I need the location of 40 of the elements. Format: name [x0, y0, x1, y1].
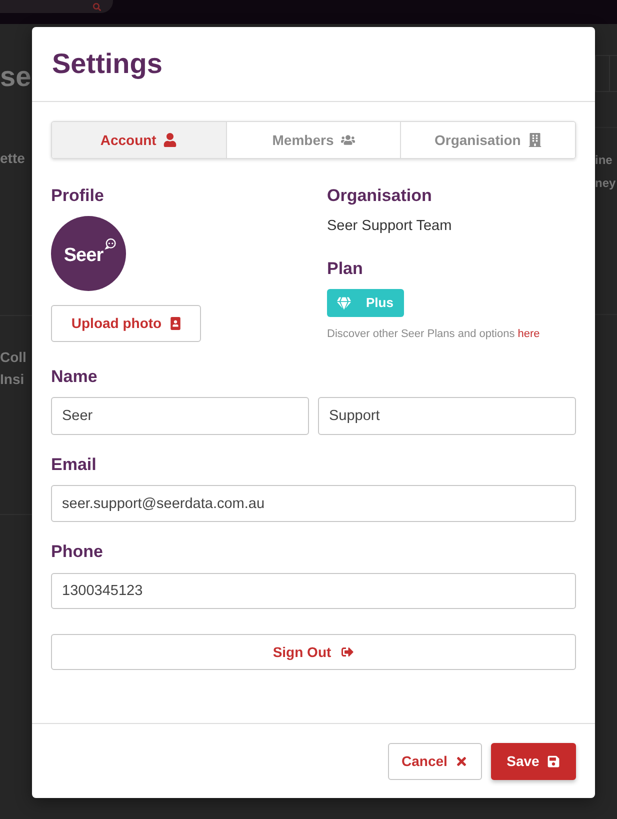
- diamond-icon: [337, 296, 351, 310]
- dialog-title: Settings: [52, 47, 162, 81]
- section-heading: Organisation: [327, 185, 432, 207]
- speech-bubble-icon: [104, 238, 116, 250]
- plan-note: Discover other Seer Plans and options here: [327, 327, 540, 342]
- save-button[interactable]: Save: [491, 742, 576, 780]
- card-text: ney: [595, 175, 617, 192]
- field-label: Email: [51, 454, 98, 476]
- input-field[interactable]: seer.support@seerdata.com.au: [51, 485, 576, 522]
- tab[interactable]: Members: [226, 122, 400, 158]
- users-icon: [340, 133, 355, 147]
- cancel-button[interactable]: Cancel: [388, 742, 482, 780]
- field-label: Phone: [51, 541, 104, 563]
- input-field[interactable]: Support: [318, 397, 576, 435]
- card-text: Insi: [0, 370, 26, 389]
- sign-out-button[interactable]: Sign Out: [51, 634, 576, 670]
- section-heading: Profile: [51, 185, 104, 207]
- tab[interactable]: Organisation: [400, 122, 575, 158]
- building-icon: [528, 133, 542, 147]
- logo-text: Seer: [64, 244, 104, 266]
- close-icon: [455, 754, 468, 768]
- search-icon: [93, 2, 101, 10]
- organisation-name: Seer Support Team: [327, 217, 452, 236]
- section-heading: Plan: [327, 258, 363, 280]
- contact-card-icon: [170, 317, 181, 330]
- page-title: se: [0, 60, 32, 94]
- card-text: ette: [0, 149, 26, 168]
- user-icon: [163, 133, 178, 147]
- plan-name: Plus: [366, 294, 394, 312]
- input-field[interactable]: Seer: [51, 397, 309, 435]
- save-icon: [547, 754, 560, 768]
- card-text: Coll: [0, 348, 28, 367]
- input-field[interactable]: 1300345123: [51, 573, 576, 609]
- field-label: Name: [51, 366, 98, 388]
- plans-link[interactable]: here: [518, 328, 540, 340]
- upload-photo-button[interactable]: Upload photo: [51, 305, 201, 342]
- sign-out-icon: [341, 646, 354, 658]
- card-text: ine: [595, 152, 614, 169]
- search-field[interactable]: [0, 0, 113, 13]
- tab[interactable]: Account: [52, 122, 226, 158]
